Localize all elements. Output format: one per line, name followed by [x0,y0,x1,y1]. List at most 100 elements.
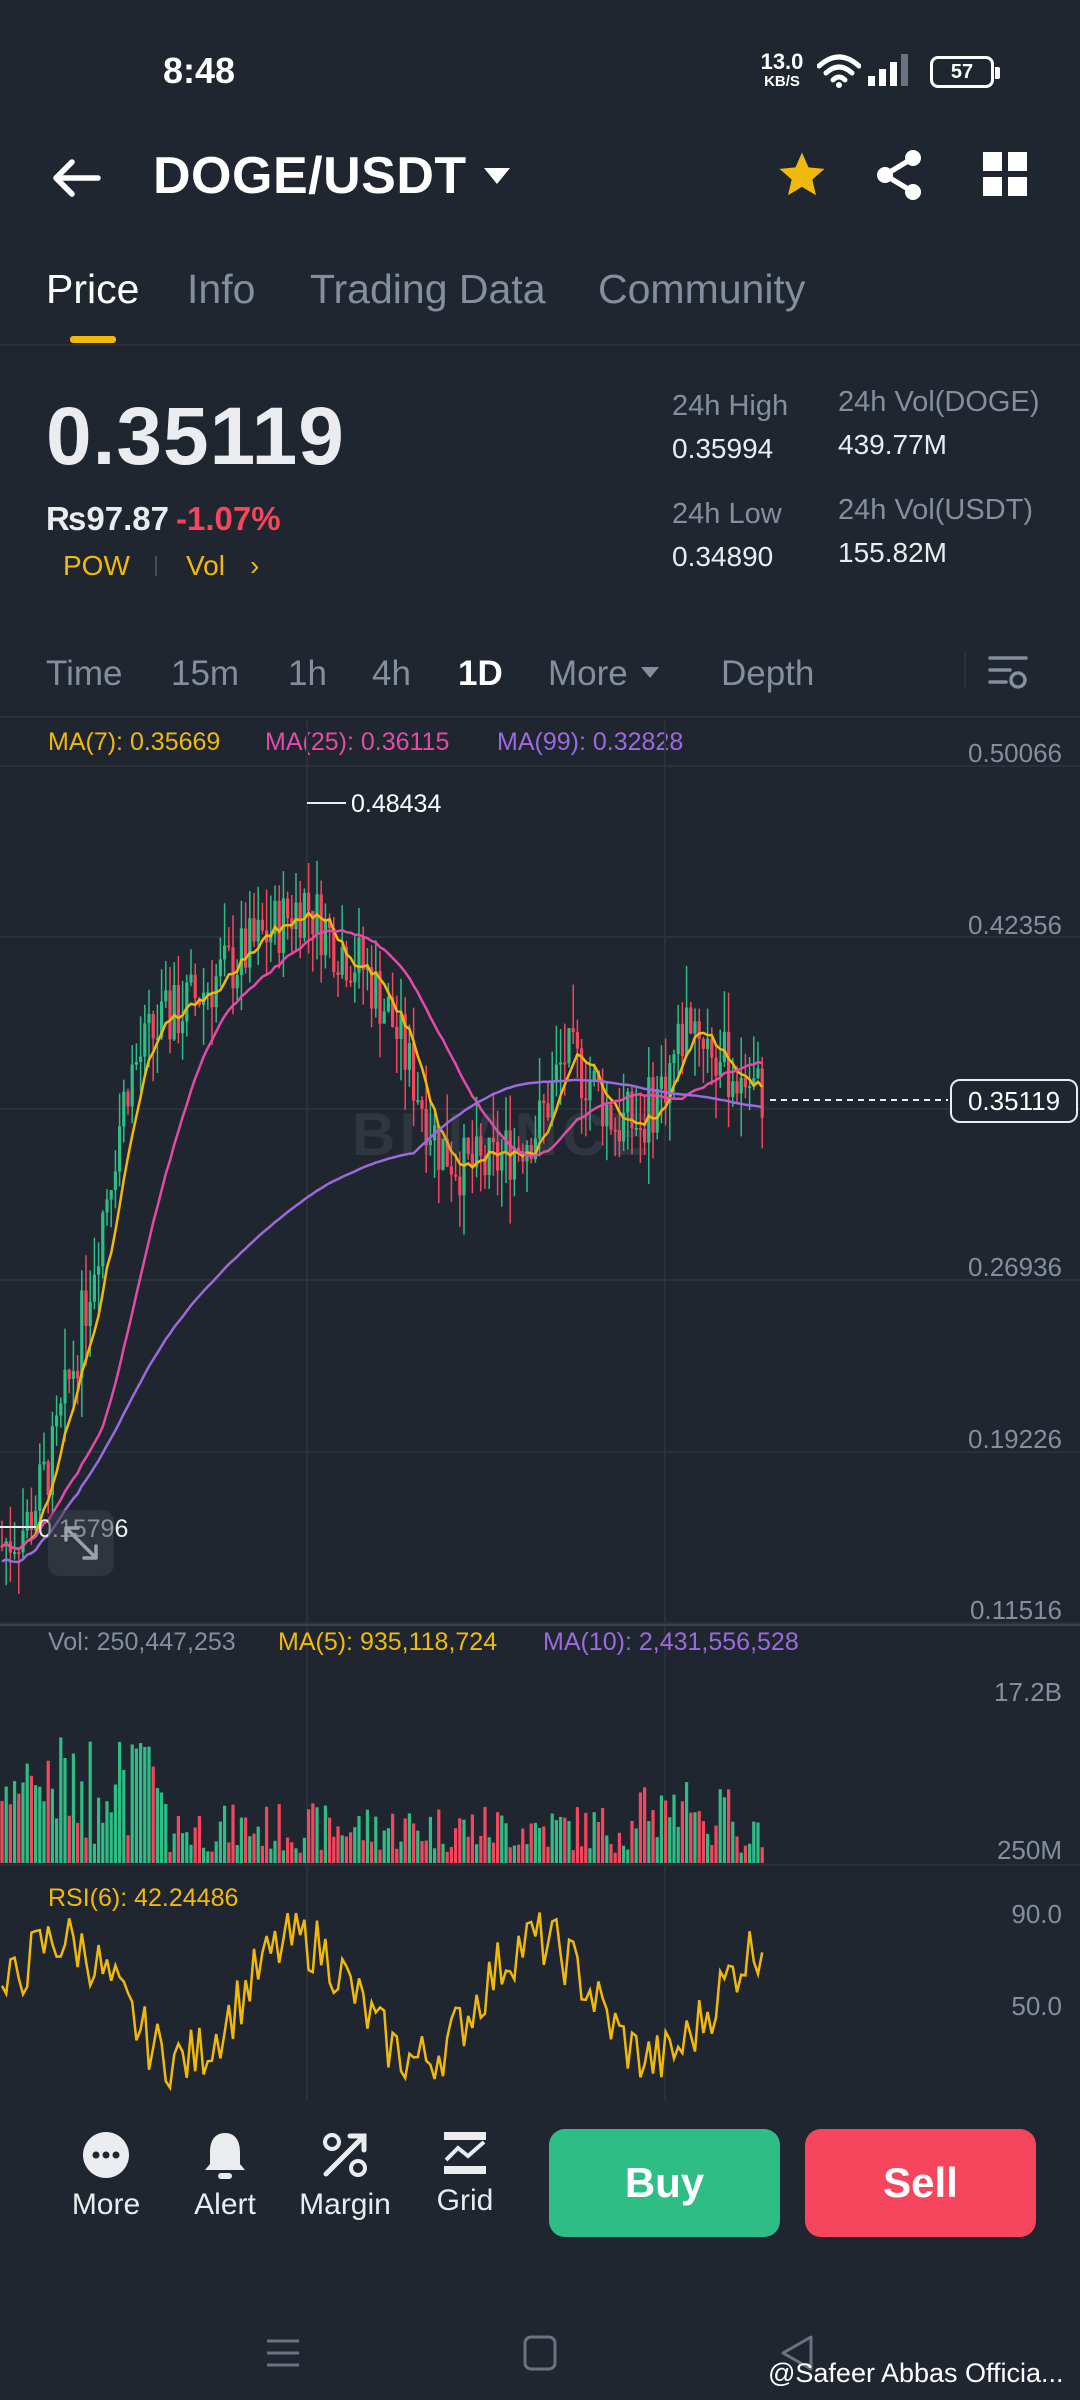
wifi-icon [817,54,861,88]
volume-bar [84,1837,88,1863]
volume-bar [722,1797,726,1863]
volume-bar [206,1851,210,1863]
tab-info[interactable]: Info [187,266,255,313]
candle-body [336,972,340,975]
volume-bar [113,1784,117,1863]
volume-bar [546,1846,550,1863]
volume-bar [706,1833,710,1863]
candle-body [55,1415,59,1427]
back-arrow-icon[interactable] [48,150,104,206]
volume-bar [260,1845,264,1863]
volume-bar [601,1807,605,1863]
candle-body [731,1081,735,1097]
volume-bar [185,1832,189,1863]
volume-bar [571,1850,575,1863]
volume-bar [588,1848,592,1863]
candle-body [92,1274,96,1302]
price-axis-tick: 0.19226 [968,1424,1062,1454]
volume-bar [403,1818,407,1863]
candle-body [353,972,357,983]
candle-body [185,982,189,1022]
candle-body [735,1081,739,1094]
volume-bar [483,1806,487,1863]
volume-bar [676,1826,680,1863]
tf-more[interactable]: More [548,654,628,694]
tf-1h[interactable]: 1h [288,654,327,694]
last-price: 0.35119 [46,391,345,482]
expand-chart-button[interactable] [48,1510,114,1576]
volume-bar [42,1801,46,1863]
volume-bar [256,1826,260,1863]
volume-bar [328,1817,332,1863]
volume-bar [235,1845,239,1863]
sell-button[interactable]: Sell [805,2129,1036,2237]
home-icon[interactable] [522,2334,558,2372]
chart-settings-icon[interactable] [988,652,1028,692]
stat-vol-base-label: 24h Vol(DOGE) [838,386,1040,418]
candle-body [323,919,327,956]
candle-body [244,928,248,968]
more-action[interactable]: More [51,2130,161,2222]
share-icon[interactable] [873,148,925,202]
tag-pow[interactable]: POW [63,550,130,582]
candle-body [664,1076,668,1104]
stat-vol-quote-label: 24h Vol(USDT) [838,494,1034,526]
volume-bar [727,1789,731,1863]
pair-title[interactable]: DOGE/USDT [153,146,467,206]
tf-4h[interactable]: 4h [372,654,411,694]
candle-body [139,1056,143,1063]
candle-body [168,990,172,1040]
candle-body [38,1464,42,1511]
tf-depth[interactable]: Depth [721,654,814,694]
candle-body [118,1126,122,1172]
tf-15m[interactable]: 15m [171,654,239,694]
candle-body [235,975,239,989]
volume-bar [298,1852,302,1863]
volume-bar [433,1848,437,1863]
volume-bar [29,1775,33,1863]
stat-low-label: 24h Low [672,498,782,530]
favorite-star-icon[interactable] [775,148,829,202]
volume-bar [458,1818,462,1863]
volume-bar [491,1842,495,1863]
more-caret-icon[interactable] [640,666,660,679]
candle-body [567,1028,571,1064]
candle-body [349,980,353,983]
alert-action[interactable]: Alert [170,2130,280,2222]
tab-community[interactable]: Community [598,266,805,313]
tag-vol[interactable]: Vol [186,550,225,582]
volume-bar [76,1822,80,1863]
price-change: -1.07% [176,500,281,537]
volume-bar [55,1818,59,1863]
grid-action[interactable]: Grid [410,2130,520,2218]
rsi-axis-tick: 90.0 [1011,1899,1062,1929]
margin-action[interactable]: Margin [290,2130,400,2222]
volume-bar [743,1845,747,1863]
stat-low-value: 0.34890 [672,541,774,572]
caret-down-icon[interactable] [482,166,512,186]
volume-bar [181,1833,185,1863]
tf-time[interactable]: Time [46,654,122,694]
candle-body [395,1026,399,1039]
candle-body [42,1461,46,1465]
recents-icon[interactable] [265,2335,301,2371]
volume-bar [357,1816,361,1863]
tf-1d[interactable]: 1D [458,654,503,694]
rsi-label: RSI(6): 42.24486 [48,1884,239,1912]
grid-action-label: Grid [436,2184,494,2217]
volume-bar [428,1816,432,1863]
volume-bar [361,1840,365,1863]
chevron-right-icon[interactable]: › [250,550,259,582]
candle-body [680,1023,684,1057]
candle-body [13,1552,17,1555]
grid-menu-icon[interactable] [983,152,1027,196]
volume-bar [617,1832,621,1863]
tab-price[interactable]: Price [46,266,139,313]
tab-trading-data[interactable]: Trading Data [310,266,546,313]
buy-button[interactable]: Buy [549,2129,780,2237]
candle-body [21,1530,25,1553]
candle-body [105,1199,109,1213]
volume-bar [664,1800,668,1863]
volume-bar [265,1806,269,1863]
volume-bar [349,1832,353,1863]
